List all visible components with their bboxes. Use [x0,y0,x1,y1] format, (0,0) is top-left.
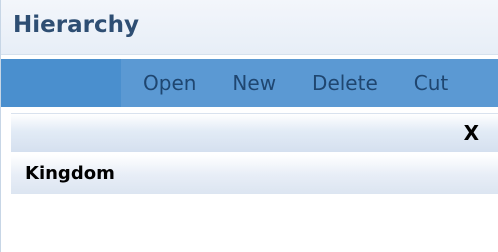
toolbar: Open New Delete Cut [1,59,498,107]
tree-item-kingdom[interactable]: Kingdom [11,155,498,194]
panel-title: Hierarchy [13,12,139,38]
cut-button[interactable]: Cut [414,71,448,95]
open-button[interactable]: Open [143,71,196,95]
close-button[interactable]: X [464,121,479,145]
new-button[interactable]: New [232,71,276,95]
header-row: X [11,113,498,152]
hierarchy-panel: Hierarchy Open New Delete Cut X Kingdom [0,0,498,252]
title-bar: Hierarchy [1,0,498,55]
delete-button[interactable]: Delete [312,71,378,95]
toolbar-buttons: Open New Delete Cut [121,59,498,107]
tree-item-label[interactable]: Kingdom [25,163,115,184]
